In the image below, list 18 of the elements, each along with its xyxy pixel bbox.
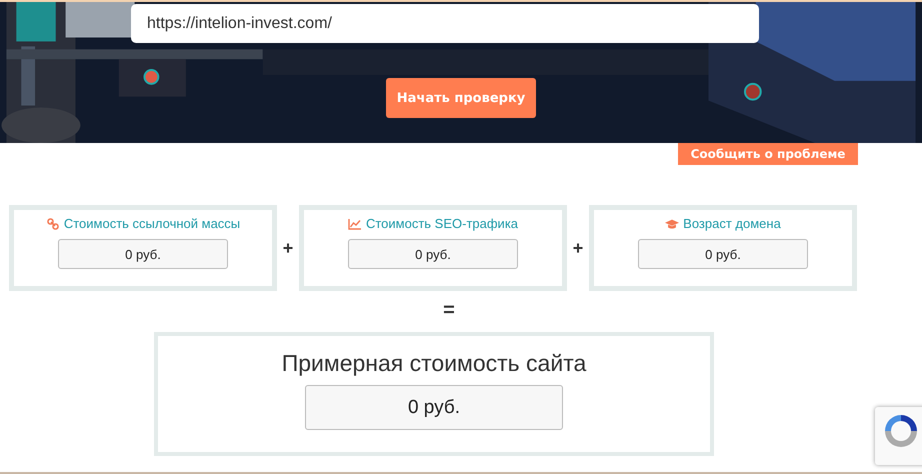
graduation-cap-icon <box>665 218 680 230</box>
metric-value-field: 0 руб. <box>58 239 228 269</box>
start-check-button[interactable]: Начать проверку <box>386 78 536 118</box>
total-value-field: 0 руб. <box>305 385 563 430</box>
plus-sign: + <box>282 238 294 258</box>
metric-label: Возраст домена <box>683 216 781 231</box>
metric-label: Стоимость SEO-трафика <box>366 216 518 231</box>
report-problem-button[interactable]: Сообщить о проблеме <box>678 143 858 165</box>
metric-label: Стоимость ссылочной массы <box>64 216 240 231</box>
line-chart-icon <box>348 218 362 230</box>
chain-link-icon <box>46 218 60 230</box>
total-title: Примерная стоимость сайта <box>282 350 586 377</box>
url-input-field[interactable]: https://intelion-invest.com/ <box>131 4 759 43</box>
plus-sign: + <box>572 238 584 258</box>
metric-value-field: 0 руб. <box>638 239 808 269</box>
equals-sign: = <box>442 299 456 322</box>
metric-value-field: 0 руб. <box>348 239 518 269</box>
recaptcha-badge[interactable] <box>875 407 922 465</box>
